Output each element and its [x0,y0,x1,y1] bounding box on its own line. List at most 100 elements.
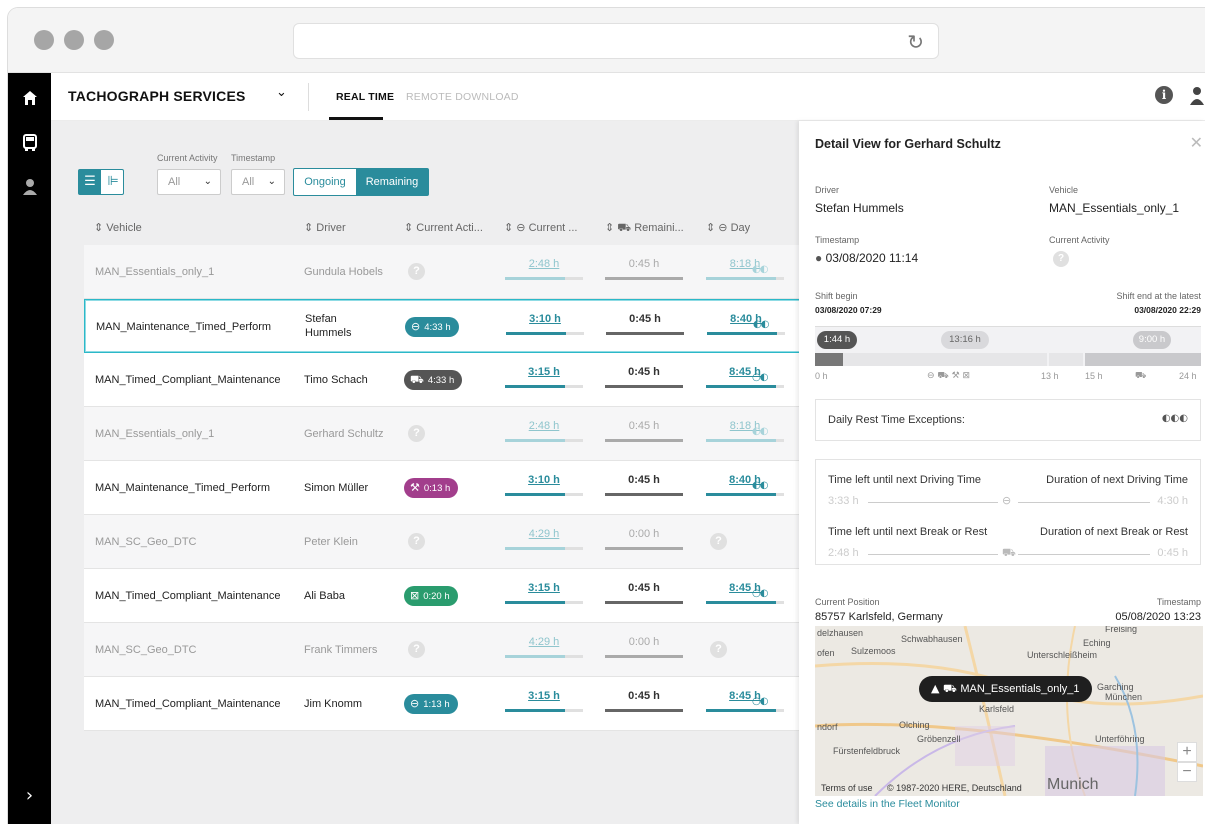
map-label: Unterschleißheim [1027,650,1098,660]
table-row[interactable]: MAN_Essentials_only_1 Gerhard Schultz? 2:4… [84,407,806,461]
day-time-value[interactable]: 8:40 h [706,474,784,486]
cur-time-value[interactable]: 3:10 h [505,474,583,486]
map-label: Schwabhausen [901,634,963,644]
close-icon[interactable]: ✕ [1190,133,1203,152]
table-row[interactable]: MAN_SC_Geo_DTC Peter Klein? 4:29 h 0:00 h? [84,515,806,569]
mode-ongoing-button[interactable]: Ongoing [294,169,356,195]
th-remaining[interactable]: ⇕ ⛟ Remaini... [605,221,684,236]
cur-time-value[interactable]: 3:15 h [505,366,583,378]
table-header: ⇕ Vehicle ⇕ Driver ⇕ Current Acti... ⇕ ⊖… [84,209,806,245]
user-icon[interactable] [1189,85,1205,107]
th-driver[interactable]: ⇕ Driver [304,221,346,234]
sort-icon: ⇕ [404,222,417,234]
scale-15h: 15 h [1085,371,1103,381]
window-close-dot[interactable] [34,30,54,50]
rem-time-value: 0:45 h [628,366,660,378]
current-activity-value: All [168,176,181,188]
zoom-out-button[interactable]: − [1177,762,1197,782]
zoom-in-button[interactable]: + [1177,742,1197,762]
day-time-value[interactable]: 8:45 h [706,690,784,702]
activity-duration: 0:13 h [423,483,451,494]
activity-badge: ⚒ 0:13 h [404,478,459,498]
cur-time-value[interactable]: 3:15 h [505,582,583,594]
cur-time-value[interactable]: 2:48 h [505,420,583,432]
th-day[interactable]: ⇕ ⊖ Day [706,221,750,234]
table-row[interactable]: MAN_Essentials_only_1 Gundula Hobels? 2:48… [84,245,806,299]
fleet-monitor-link[interactable]: See details in the Fleet Monitor [815,798,960,810]
current-activity-select[interactable]: All ⌄ [157,169,221,195]
day-progress-bar [707,332,785,335]
map-terms-link[interactable]: Terms of use [821,783,873,793]
vehicle-cell: MAN_Timed_Compliant_Maintenance [95,374,281,386]
tree-view-icon[interactable]: ⊫ [102,170,124,194]
duration-break-label: Duration of next Break or Rest [1040,526,1188,538]
timestamp-select[interactable]: All ⌄ [231,169,285,195]
map-label: ofen [817,648,835,658]
mode-remaining-button[interactable]: Remaining [356,169,428,195]
rem-time-value: 0:45 h [628,258,660,270]
th-current-activity[interactable]: ⇕ Current Acti... [404,221,483,234]
bed-icon: ⛟ [1135,371,1147,381]
cur-progress-fill [505,547,565,550]
day-time-value[interactable]: 8:18 h [706,258,784,270]
cur-time-value[interactable]: 3:10 h [506,313,584,325]
table-row[interactable]: MAN_SC_Geo_DTC Frank Timmers? 4:29 h 0:00 h… [84,623,806,677]
vehicle-cell: MAN_Timed_Compliant_Maintenance [95,590,281,602]
scale-24h: 24 h [1179,371,1197,381]
rem-progress-fill [605,277,683,280]
driver-cell: Stefan Hummels [305,313,352,339]
expand-icon[interactable]: › [8,785,51,806]
cur-time-value[interactable]: 3:15 h [505,690,583,702]
shift-timeline: 1:44 h 13:16 h 9:00 h [815,326,1201,366]
map[interactable]: delzhausen Schwabhausen Freising ofen Su… [815,626,1203,796]
day-time-value[interactable]: 8:45 h [706,366,784,378]
rem-time-value: 0:45 h [628,474,660,486]
app-title: TACHOGRAPH SERVICES [68,88,246,104]
tab-real-time[interactable]: REAL TIME [336,91,394,103]
availability-icon: ⊠ [410,589,420,602]
day-time-value[interactable]: 8:40 h [707,313,785,325]
info-icon[interactable]: i [1155,86,1173,104]
cur-time-value[interactable]: 4:29 h [505,636,583,648]
cur-progress-fill [505,277,565,280]
map-label: Fürstenfeldbruck [833,746,901,756]
rem-progress-fill [606,332,684,335]
activity-duration: 4:33 h [427,375,455,386]
day-time-value[interactable]: 8:18 h [706,420,784,432]
map-label: Karlsfeld [979,704,1015,714]
url-bar[interactable]: ↻ [293,23,939,59]
table-row[interactable]: MAN_Timed_Compliant_Maintenance Timo Scha… [84,353,806,407]
cur-time-value[interactable]: 2:48 h [505,258,583,270]
unknown-activity-icon: ? [1053,251,1069,267]
chevron-down-icon[interactable]: ⌄ [276,85,287,100]
driver-cell: Timo Schach [304,374,368,386]
cur-progress-bar [505,709,583,712]
table-body: MAN_Essentials_only_1 Gundula Hobels? 2:48… [84,245,806,731]
shift-begin-value: 03/08/2020 07:29 [815,305,882,315]
table-row[interactable]: MAN_Maintenance_Timed_Perform Stefan Humm… [84,299,806,353]
driver-cell: Gerhard Schultz [304,428,384,440]
bus-icon[interactable] [8,133,51,158]
shift-buffer-segment [1049,353,1083,366]
th-vehicle[interactable]: ⇕ Vehicle [94,221,142,234]
list-view-icon[interactable]: ☰ [79,170,101,194]
activity-duration: 1:13 h [423,699,450,710]
detail-title: Detail View for Gerhard Schultz [815,137,1001,151]
unknown-day-icon: ? [710,533,727,550]
reload-icon[interactable]: ↻ [907,30,924,54]
tab-remote-download[interactable]: REMOTE DOWNLOAD [406,91,519,103]
day-time-value[interactable]: 8:45 h [706,582,784,594]
window-minimize-dot[interactable] [64,30,84,50]
table-row[interactable]: MAN_Maintenance_Timed_Perform Simon Mülle… [84,461,806,515]
table-row[interactable]: MAN_Timed_Compliant_Maintenance Jim Knomm… [84,677,806,731]
vehicle-map-pin[interactable]: ▲ ⛟ MAN_Essentials_only_1 [919,676,1092,702]
window-zoom-dot[interactable] [94,30,114,50]
home-icon[interactable] [8,89,51,112]
cur-time-value[interactable]: 4:29 h [505,528,583,540]
th-current[interactable]: ⇕ ⊖ Current ... [504,221,577,234]
vehicle-cell: MAN_Maintenance_Timed_Perform [95,482,271,494]
table-row[interactable]: MAN_Timed_Compliant_Maintenance Ali Baba ⊠… [84,569,806,623]
rem-progress-fill [605,601,683,604]
rem-progress-fill [605,547,683,550]
driver-icon[interactable] [8,177,51,202]
